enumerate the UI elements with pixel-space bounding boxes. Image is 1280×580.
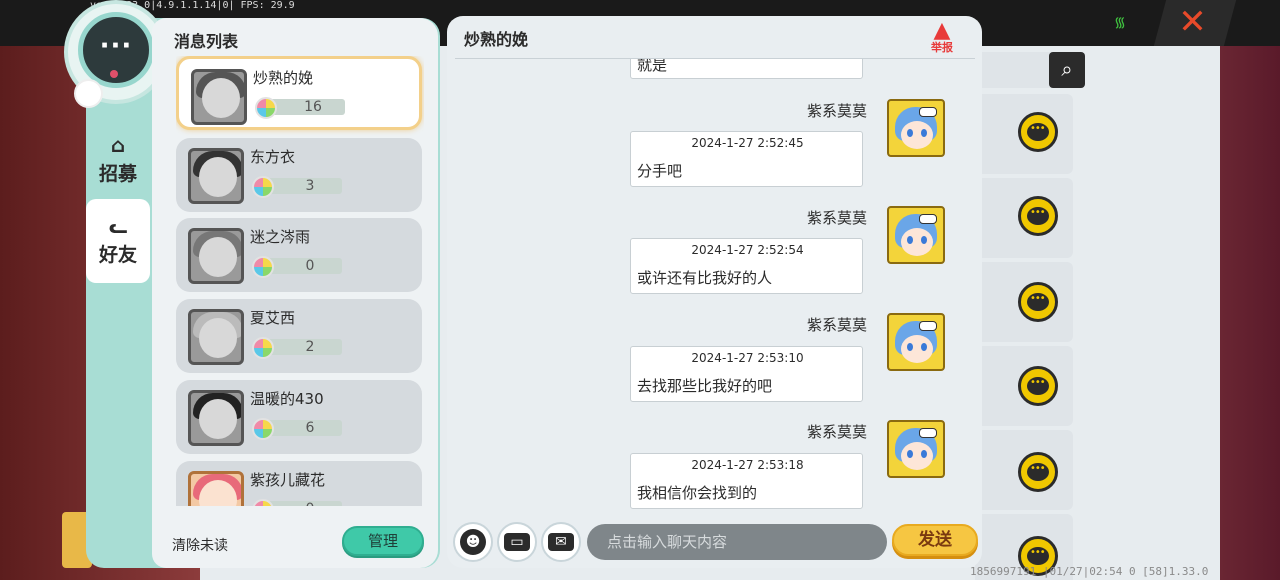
gem-counter: 6 xyxy=(252,418,342,440)
list-item-name: 东方衣 xyxy=(250,148,296,166)
avatar xyxy=(188,148,244,204)
message-area[interactable]: 就是 紫系莫莫 2024-1-27 2:52:45 分手吧 紫系莫莫 2024-… xyxy=(453,59,975,509)
chat-title: 炒熟的娩 xyxy=(464,30,529,49)
chat-input[interactable] xyxy=(587,524,887,560)
smiley-icon: ☻ xyxy=(460,529,486,555)
list-item-name: 迷之涔雨 xyxy=(250,228,311,246)
list-item-name: 炒熟的娩 xyxy=(253,69,314,87)
message-time: 2024-1-27 2:53:18 xyxy=(691,458,804,472)
avatar xyxy=(191,69,247,125)
avatar xyxy=(188,228,244,284)
chat-bubble-icon xyxy=(1018,366,1058,406)
house-icon: ⌂ xyxy=(110,132,126,157)
search-icon: ⌕ xyxy=(1049,52,1085,88)
gem-icon xyxy=(252,176,274,198)
card-button[interactable]: ▭ xyxy=(497,522,537,562)
floating-dot[interactable] xyxy=(74,79,103,108)
list-item-name: 紫孩儿藏花 xyxy=(250,471,326,489)
gem-counter: 0 xyxy=(252,499,342,506)
gem-count: 6 xyxy=(305,420,315,436)
background-search-field: ⌕ xyxy=(975,52,1085,88)
avatar[interactable] xyxy=(887,99,945,157)
avatar[interactable] xyxy=(887,313,945,371)
card-icon: ▭ xyxy=(504,533,530,551)
gem-count: 3 xyxy=(305,178,315,194)
message-text: 分手吧 xyxy=(637,162,683,180)
message-bubble: 2024-1-27 2:53:18 我相信你会找到的 xyxy=(630,453,863,509)
tab-recruit[interactable]: ⌂ 招募 xyxy=(86,118,150,202)
message-list[interactable]: 炒熟的娩 16 东方衣 3 迷之涔雨 0 夏艾西 2 温暖的430 6 紫孩儿藏… xyxy=(176,56,424,506)
chat-window: 炒熟的娩 ▲ 举报 就是 紫系莫莫 2024-1-27 2:52:45 分手吧 … xyxy=(447,16,982,568)
close-icon[interactable]: ✕ xyxy=(1178,2,1207,42)
chat-bubble-icon xyxy=(1018,452,1058,492)
signal-icon: ᯾ xyxy=(1114,15,1126,31)
message-list-panel: 消息列表 炒熟的娩 16 东方衣 3 迷之涔雨 0 夏艾西 2 温暖的430 6… xyxy=(152,18,438,568)
chat-bubble-icon xyxy=(1018,196,1058,236)
cat-icon: ᓚ xyxy=(108,213,128,238)
send-button[interactable]: 发送 xyxy=(892,524,978,556)
gem-icon xyxy=(255,97,277,119)
avatar[interactable] xyxy=(887,206,945,264)
gem-counter: 16 xyxy=(255,97,345,119)
message-text: 或许还有比我好的人 xyxy=(637,269,773,287)
message-bubble: 2024-1-27 2:53:10 去找那些比我好的吧 xyxy=(630,346,863,402)
gem-counter: 0 xyxy=(252,256,342,278)
report-label: 举报 xyxy=(931,41,953,54)
list-item-name: 夏艾西 xyxy=(250,309,296,327)
list-item[interactable]: 东方衣 3 xyxy=(176,138,422,212)
input-bar: ☻ ▭ ✉ 发送 xyxy=(447,516,982,568)
message-sender: 紫系莫莫 xyxy=(806,102,867,120)
notification-dot xyxy=(110,70,118,78)
footer-info: 1856997191 |01/27|02:54 0 [58]1.33.0 xyxy=(970,565,1209,578)
message-text: 就是 xyxy=(637,59,668,74)
warning-icon: ▲ xyxy=(933,18,951,43)
message-text: 我相信你会找到的 xyxy=(637,484,758,502)
avatar xyxy=(188,309,244,365)
avatar[interactable] xyxy=(887,420,945,478)
tab-recruit-label: 招募 xyxy=(98,162,137,185)
list-item[interactable]: 温暖的430 6 xyxy=(176,380,422,454)
clear-unread-link[interactable]: 清除未读 xyxy=(172,535,228,555)
message-time: 2024-1-27 2:52:45 xyxy=(691,136,804,150)
emoji-button[interactable]: ☻ xyxy=(453,522,493,562)
gift-hand-icon: ✉ xyxy=(548,533,574,551)
list-item-name: 温暖的430 xyxy=(250,390,324,408)
list-item[interactable]: 夏艾西 2 xyxy=(176,299,422,373)
gem-counter: 3 xyxy=(252,176,342,198)
gem-icon xyxy=(252,337,274,359)
avatar xyxy=(188,471,244,506)
message-sender: 紫系莫莫 xyxy=(806,423,867,441)
message-bubble: 就是 xyxy=(630,59,863,79)
gem-icon xyxy=(252,418,274,440)
report-button[interactable]: ▲ 举报 xyxy=(925,20,959,56)
message-list-title: 消息列表 xyxy=(174,32,239,51)
message-bubble: 2024-1-27 2:52:45 分手吧 xyxy=(630,131,863,187)
gem-count: 2 xyxy=(305,339,315,355)
list-item[interactable]: 迷之涔雨 0 xyxy=(176,218,422,292)
close-button[interactable]: ✕ xyxy=(1153,0,1237,46)
chat-bubble-icon xyxy=(1018,282,1058,322)
message-time: 2024-1-27 2:53:10 xyxy=(691,351,804,365)
gem-count: 16 xyxy=(304,99,322,115)
gem-count: 0 xyxy=(305,258,315,274)
list-item[interactable]: 紫孩儿藏花 0 xyxy=(176,461,422,506)
gem-icon xyxy=(252,256,274,278)
list-item[interactable]: 炒熟的娩 16 xyxy=(176,56,422,130)
message-bubble: 2024-1-27 2:52:54 或许还有比我好的人 xyxy=(630,238,863,294)
gem-count: 0 xyxy=(282,501,338,506)
message-sender: 紫系莫莫 xyxy=(806,316,867,334)
gem-counter: 2 xyxy=(252,337,342,359)
avatar xyxy=(188,390,244,446)
gift-button[interactable]: ✉ xyxy=(541,522,581,562)
tab-friends-label: 好友 xyxy=(98,243,137,266)
message-text: 去找那些比我好的吧 xyxy=(637,377,773,395)
tab-friends[interactable]: ᓚ 好友 xyxy=(86,199,150,283)
chat-bubble-icon xyxy=(1018,112,1058,152)
manage-button[interactable]: 管理 xyxy=(342,526,424,556)
message-sender: 紫系莫莫 xyxy=(806,209,867,227)
message-time: 2024-1-27 2:52:54 xyxy=(691,243,804,257)
